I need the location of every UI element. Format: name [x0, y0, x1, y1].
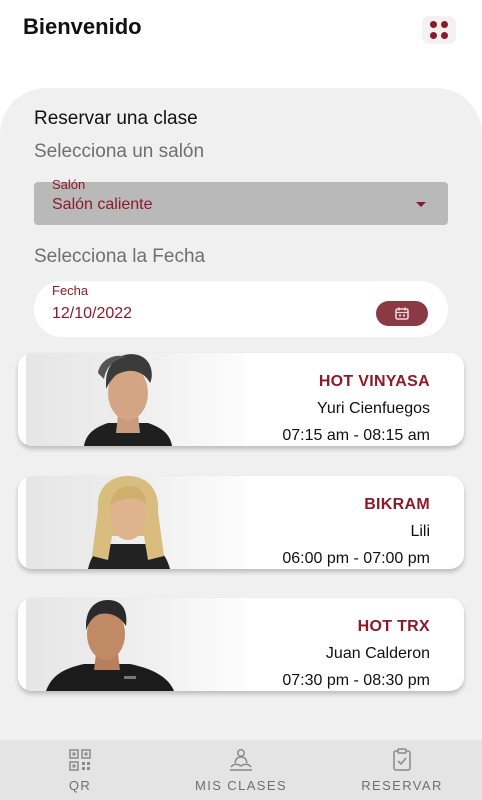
- instructor-photo: [26, 353, 246, 446]
- class-time: 07:30 pm - 08:30 pm: [282, 672, 430, 689]
- nav-item-reservar[interactable]: RESERVAR: [342, 740, 462, 800]
- grid-dots-icon[interactable]: [422, 16, 456, 44]
- nav-label: QR: [68, 778, 92, 793]
- class-card[interactable]: HOT TRX Juan Calderon 07:30 pm - 08:30 p…: [18, 598, 464, 691]
- date-field[interactable]: Fecha 12/10/2022: [34, 281, 448, 337]
- nav-item-mis-clases[interactable]: MIS CLASES: [181, 740, 301, 800]
- class-name: BIKRAM: [364, 496, 430, 513]
- chevron-down-icon: [416, 202, 426, 207]
- app-screen: Bienvenido Reservar una clase Selecciona…: [0, 0, 482, 800]
- instructor-name: Juan Calderon: [325, 645, 430, 662]
- instructor-name: Lili: [410, 523, 430, 540]
- calendar-icon[interactable]: [376, 301, 428, 326]
- class-time: 06:00 pm - 07:00 pm: [282, 550, 430, 567]
- class-name: HOT VINYASA: [318, 373, 430, 390]
- header: Bienvenido: [0, 0, 482, 60]
- nav-label: RESERVAR: [361, 778, 443, 793]
- instructor-photo: [26, 598, 246, 691]
- class-card[interactable]: HOT VINYASA Yuri Cienfuegos 07:15 am - 0…: [18, 353, 464, 446]
- clipboard-check-icon: [393, 748, 411, 771]
- room-select-label: Salón: [52, 177, 86, 192]
- room-select[interactable]: Salón Salón caliente: [34, 177, 448, 225]
- booking-title: Reservar una clase: [34, 108, 198, 129]
- date-prompt: Selecciona la Fecha: [34, 246, 206, 267]
- class-time: 07:15 am - 08:15 am: [282, 427, 430, 444]
- nav-label: MIS CLASES: [194, 778, 288, 793]
- qr-code-icon: [69, 749, 91, 771]
- room-prompt: Selecciona un salón: [34, 141, 205, 162]
- bottom-nav: QR MIS CLASES RESERVAR: [0, 740, 482, 800]
- room-select-value: Salón caliente: [52, 196, 153, 213]
- meditation-icon: [230, 749, 252, 771]
- date-field-label: Fecha: [52, 283, 89, 298]
- date-field-value: 12/10/2022: [52, 305, 133, 322]
- instructor-photo: [26, 476, 246, 569]
- nav-item-qr[interactable]: QR: [20, 740, 140, 800]
- instructor-name: Yuri Cienfuegos: [317, 400, 430, 417]
- class-name: HOT TRX: [357, 618, 430, 635]
- page-title: Bienvenido: [23, 14, 142, 39]
- class-card[interactable]: BIKRAM Lili 06:00 pm - 07:00 pm: [18, 476, 464, 569]
